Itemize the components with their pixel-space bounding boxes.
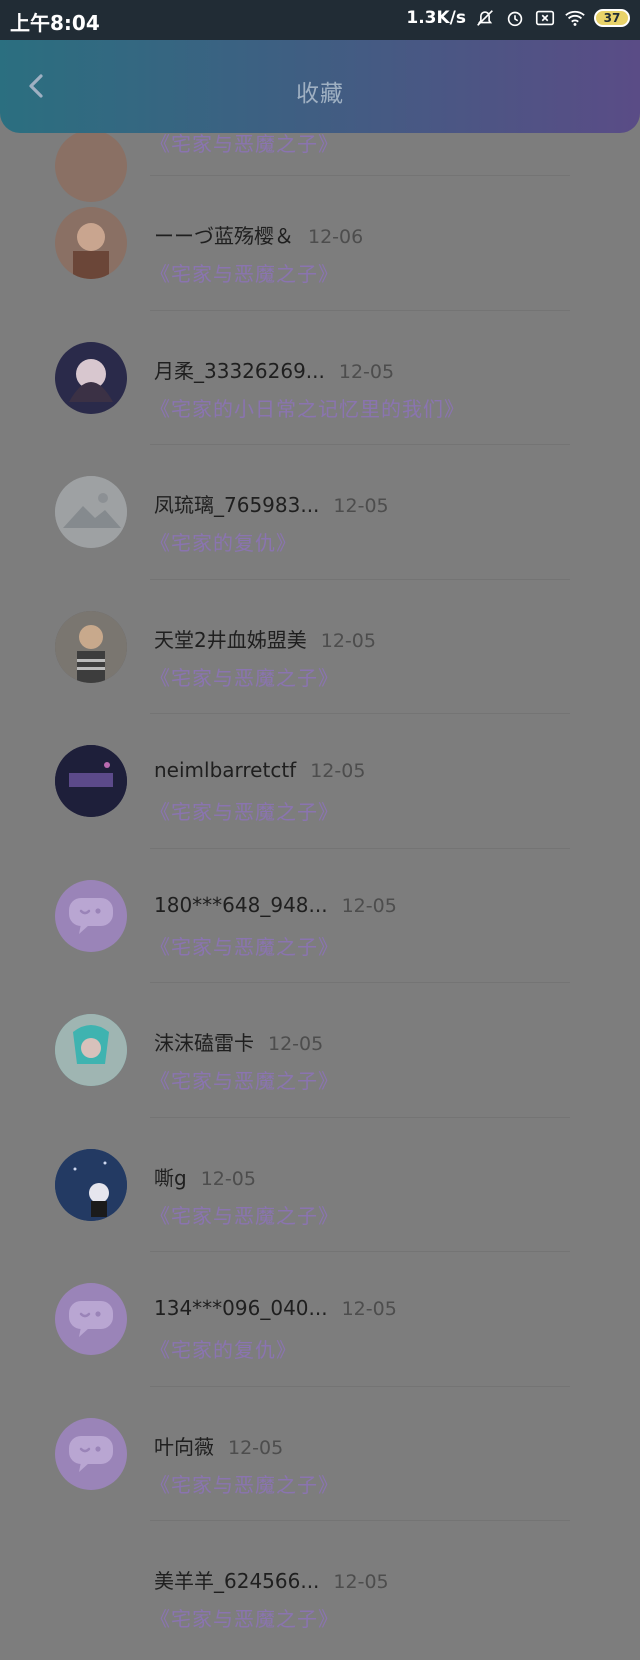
username: 沫沫磕雷卡 [154,1031,254,1055]
book-title: 《宅家与恶魔之子》 [150,800,339,824]
page-title: 收藏 [296,81,344,107]
default-avatar [55,1417,127,1490]
list-item[interactable]: 凤琉璃_765983... 12-05 《宅家的复仇》 [0,445,640,580]
list-item[interactable]: 月柔_33326269... 12-05 《宅家的小日常之记忆里的我们》 [0,311,640,445]
date: 12-05 [320,629,376,652]
list-item[interactable]: 沫沫磕雷卡 12-05 《宅家与恶魔之子》 [0,983,640,1118]
list-item[interactable]: 美羊羊_624566... 12-05 《宅家与恶魔之子》 [0,1521,640,1656]
bell-off-icon [477,10,493,26]
date: 12-05 [268,1033,324,1055]
user-avatar [55,1148,127,1221]
list-item[interactable]: ーーづ蓝殇樱＆ 12-06 《宅家与恶魔之子》 [0,176,640,311]
user-avatar [55,476,127,549]
username: 嘶g [154,1165,187,1190]
book-title: 《宅家与恶魔之子》 [150,1607,339,1631]
book-title: 《宅家与恶魔之子》 [150,1472,339,1497]
status-bar: 上午8:04 1.3K/s 37 [0,0,640,40]
status-icons: 1.3K/s 37 [406,7,630,29]
list-item[interactable]: 180***648_948... 12-05 《宅家与恶魔之子》 [0,849,640,983]
list-item[interactable]: neimlbarretctf 12-05 《宅家与恶魔之子》 [0,714,640,849]
date: 12-05 [333,495,389,517]
user-avatar [55,610,127,683]
book-title: 《宅家与恶魔之子》 [150,262,339,286]
user-avatar [55,1552,127,1624]
username: 叶向薇 [154,1434,214,1459]
list-item[interactable]: 134***096_040... 12-05 《宅家的复仇》 [0,1252,640,1387]
book-title: 《宅家的复仇》 [150,531,297,555]
sim-x-icon [535,10,555,26]
date: 12-05 [341,1298,397,1320]
default-avatar [55,879,127,952]
username: 134***096_040... [154,1296,328,1320]
book-title: 《宅家与恶魔之子》 [150,934,339,959]
top-app-bar: 收藏 [0,40,640,133]
battery-icon: 37 [594,9,630,27]
username: 月柔_33326269... [154,358,325,383]
wifi-icon [565,10,585,26]
date: 12-05 [338,360,395,383]
username: 天堂2井血姊盟美 [154,627,307,652]
list-item[interactable]: 叶向薇 12-05 《宅家与恶魔之子》 [0,1387,640,1521]
username: 180***648_948... [154,892,328,917]
book-title: 《宅家的小日常之记忆里的我们》 [150,396,465,421]
list-item[interactable]: 嘶g 12-05 《宅家与恶魔之子》 [0,1118,640,1252]
chat-bubble-icon [69,897,113,934]
list-item[interactable]: 天堂2井血姊盟美 12-05 《宅家与恶魔之子》 [0,580,640,714]
date: 12-05 [200,1167,256,1190]
default-avatar [55,1283,127,1356]
chat-bubble-icon [69,1301,113,1338]
alarm-icon [507,11,523,27]
date: 12-05 [341,894,397,917]
date: 12-06 [308,226,364,248]
username: ーーづ蓝殇樱＆ [154,224,294,248]
net-speed: 1.3K/s [406,8,466,28]
user-avatar [55,207,127,280]
book-title: 《宅家与恶魔之子》 [150,665,339,690]
username: 凤琉璃_765983... [154,493,320,517]
book-title: 《宅家的复仇》 [150,1338,297,1362]
chat-bubble-icon [69,1435,113,1472]
user-avatar [55,1014,127,1087]
date: 12-05 [333,1571,389,1593]
user-avatar [55,341,127,414]
book-title: 《宅家与恶魔之子》 [150,1069,339,1093]
favorites-list: 《宅家与恶魔之子》 ーーづ蓝殇樱＆ 12-06 《宅家与恶魔之子》 月柔_333… [0,100,640,1656]
user-avatar [55,745,127,818]
date: 12-05 [310,760,366,782]
username: 美羊羊_624566... [154,1569,320,1593]
username: neimlbarretctf [154,758,297,782]
date: 12-05 [228,1436,284,1459]
book-title: 《宅家与恶魔之子》 [150,1203,339,1228]
status-time: 上午8:04 [10,11,100,35]
